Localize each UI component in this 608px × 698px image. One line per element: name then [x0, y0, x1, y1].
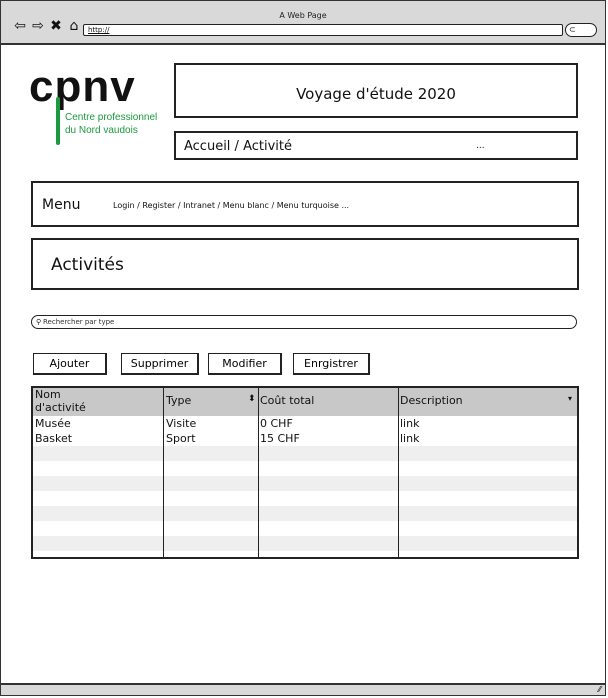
- browser-statusbar: ⁄⁄: [1, 683, 605, 695]
- home-icon[interactable]: ⌂: [67, 19, 81, 33]
- cell-cost: 15 CHF: [260, 432, 300, 445]
- cell-name: Basket: [35, 432, 73, 445]
- back-icon[interactable]: ⇦: [13, 19, 27, 33]
- column-divider: [163, 388, 164, 557]
- table-row-empty: [33, 461, 577, 476]
- page-title: Voyage d'étude 2020: [296, 85, 456, 103]
- cell-name: Musée: [35, 417, 71, 430]
- table-row[interactable]: Basket Sport 15 CHF link: [33, 431, 577, 446]
- url-text: http://: [88, 26, 110, 34]
- column-divider: [258, 388, 259, 557]
- table-header: Nom d'activité Type ⬍ Coût total Descrip…: [33, 388, 577, 416]
- table-row[interactable]: Musée Visite 0 CHF link: [33, 416, 577, 431]
- section-heading: Activités: [51, 255, 124, 275]
- logo-subtitle-line1: Centre professionnel: [65, 112, 158, 123]
- table-row-empty: [33, 491, 577, 506]
- column-header-type-label: Type: [166, 394, 192, 407]
- cell-description[interactable]: link: [400, 416, 419, 431]
- add-button[interactable]: Ajouter: [33, 353, 107, 375]
- save-button[interactable]: Enrgistrer: [293, 353, 370, 375]
- page-title-box: Voyage d'étude 2020: [174, 63, 578, 118]
- close-icon[interactable]: ✖: [49, 19, 63, 33]
- window-title: A Web Page: [279, 11, 327, 20]
- browser-search-box[interactable]: ⊂: [565, 23, 597, 37]
- breadcrumb: Accueil / Activité ...: [174, 131, 578, 160]
- browser-window: A Web Page ⇦ ⇨ ✖ ⌂ http:// ⊂ cpnv Centre…: [0, 0, 606, 696]
- search-input[interactable]: [43, 316, 563, 328]
- magnifier-icon: ⊂: [569, 25, 576, 34]
- nav-controls: ⇦ ⇨ ✖ ⌂: [13, 19, 81, 33]
- table-row-empty: [33, 536, 577, 551]
- menu-label: Menu: [42, 197, 81, 213]
- activities-table: Nom d'activité Type ⬍ Coût total Descrip…: [31, 386, 579, 559]
- search-icon: ⚲: [36, 318, 42, 326]
- breadcrumb-links[interactable]: Accueil / Activité: [184, 139, 292, 154]
- logo-subtitle: Centre professionnel du Nord vaudois: [65, 111, 165, 137]
- column-divider: [398, 388, 399, 557]
- forward-icon[interactable]: ⇨: [31, 19, 45, 33]
- logo-subtitle-line2: du Nord vaudois: [65, 125, 138, 136]
- cell-cost: 0 CHF: [260, 417, 293, 430]
- column-header-name-line1: Nom: [35, 388, 61, 401]
- breadcrumb-ellipsis: ...: [476, 141, 485, 151]
- delete-button[interactable]: Supprimer: [121, 353, 199, 375]
- table-row-empty: [33, 476, 577, 491]
- table-row-empty: [33, 506, 577, 521]
- cell-type: Sport: [166, 432, 196, 445]
- table-row-empty: [33, 446, 577, 461]
- cell-type: Visite: [166, 417, 197, 430]
- search-bar: ⚲: [31, 315, 577, 329]
- url-bar[interactable]: http://: [83, 24, 563, 36]
- menu-bar: Menu Login / Register / Intranet / Menu …: [31, 181, 579, 227]
- cell-description[interactable]: link: [400, 431, 419, 446]
- resize-grip-icon[interactable]: ⁄⁄: [598, 685, 601, 695]
- table-row-empty: [33, 521, 577, 536]
- edit-button[interactable]: Modifier: [208, 353, 282, 375]
- browser-titlebar: A Web Page ⇦ ⇨ ✖ ⌂ http:// ⊂: [1, 1, 605, 45]
- section-header-box: Activités: [31, 238, 579, 290]
- logo-accent-bar: [56, 97, 60, 145]
- logo-text: cpnv: [29, 62, 136, 111]
- column-header-name[interactable]: Nom d'activité: [35, 388, 86, 416]
- menu-links[interactable]: Login / Register / Intranet / Menu blanc…: [113, 201, 349, 210]
- column-header-name-line2: d'activité: [35, 401, 86, 414]
